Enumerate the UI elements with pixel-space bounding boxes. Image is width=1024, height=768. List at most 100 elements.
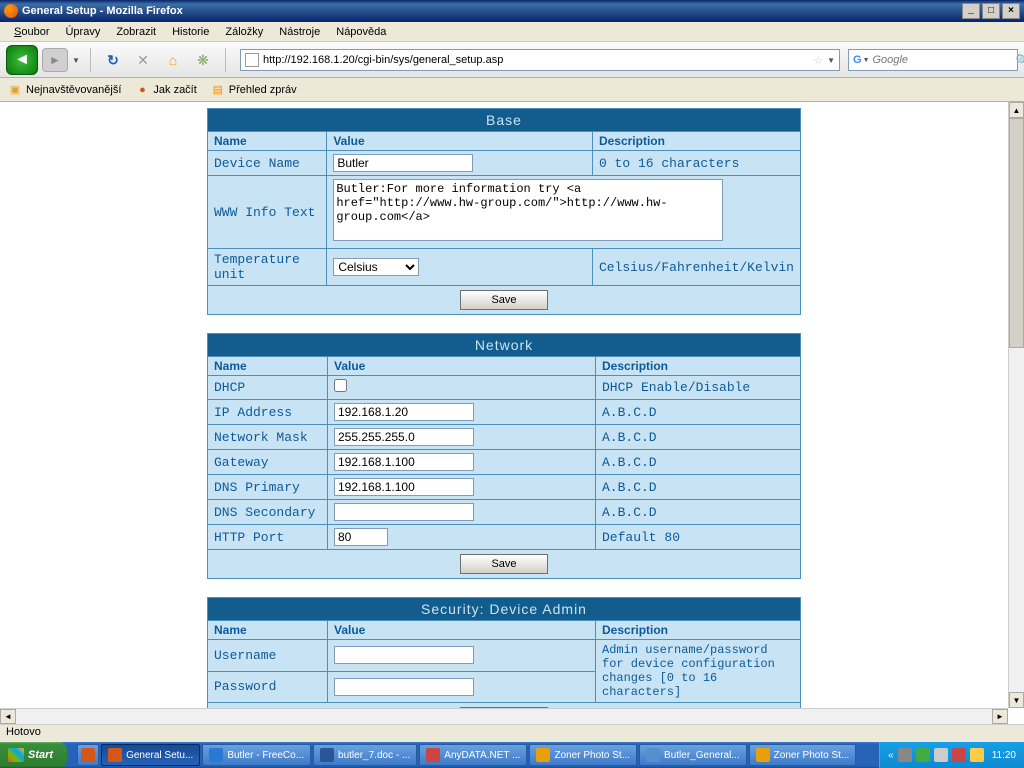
network-section-header: Network — [208, 334, 801, 357]
dhcp-checkbox[interactable] — [334, 379, 347, 392]
network-save-button[interactable]: Save — [460, 554, 548, 574]
menu-file[interactable]: Soubor — [6, 24, 57, 40]
url-dropdown-icon[interactable]: ▼ — [827, 56, 835, 65]
password-input[interactable] — [334, 678, 474, 696]
tray-icon[interactable] — [898, 748, 912, 762]
scroll-left-button[interactable]: ◄ — [0, 709, 16, 724]
mask-label: Network Mask — [208, 425, 328, 450]
tray-icon[interactable] — [952, 748, 966, 762]
security-table: Security: Device Admin Name Value Descri… — [207, 597, 801, 708]
menu-view[interactable]: Zobrazit — [108, 24, 164, 40]
tray-icon[interactable] — [916, 748, 930, 762]
dhcp-desc: DHCP Enable/Disable — [596, 376, 801, 400]
base-col-desc: Description — [592, 132, 800, 151]
scroll-thumb[interactable] — [1009, 118, 1024, 348]
minimize-button[interactable]: _ — [962, 3, 980, 19]
mask-desc: A.B.C.D — [596, 425, 801, 450]
scroll-down-button[interactable]: ▼ — [1009, 692, 1024, 708]
back-button[interactable]: ◄ — [6, 45, 38, 75]
mask-input[interactable] — [334, 428, 474, 446]
navigation-toolbar: ◄ ► ▼ ↻ ✕ ⌂ ❋ ☆ ▼ G ▼ 🔍 — [0, 42, 1024, 78]
scroll-up-button[interactable]: ▲ — [1009, 102, 1024, 118]
menu-bookmarks[interactable]: Záložky — [217, 24, 271, 40]
security-col-desc: Description — [596, 621, 801, 640]
tray-collapse-icon[interactable]: « — [888, 750, 894, 761]
network-col-value: Value — [328, 357, 596, 376]
maximize-button[interactable]: □ — [982, 3, 1000, 19]
tray-icon[interactable] — [970, 748, 984, 762]
horizontal-scrollbar[interactable]: ◄ ► — [0, 708, 1008, 724]
menu-help[interactable]: Nápověda — [328, 24, 394, 40]
vertical-scrollbar[interactable]: ▲ ▼ — [1008, 102, 1024, 708]
search-input[interactable] — [873, 54, 1016, 66]
base-section-header: Base — [208, 109, 801, 132]
bookmark-star-icon[interactable]: ☆ — [813, 54, 823, 67]
network-col-desc: Description — [596, 357, 801, 376]
clock[interactable]: 11:20 — [992, 750, 1016, 761]
device-name-input[interactable] — [333, 154, 473, 172]
taskbar-item-zoner1[interactable]: Zoner Photo St... — [529, 744, 637, 766]
bookmarks-bar: ▣ Nejnavštěvovanější ● Jak začít ▤ Přehl… — [0, 78, 1024, 102]
temp-unit-desc: Celsius/Fahrenheit/Kelvin — [592, 249, 800, 286]
network-col-name: Name — [208, 357, 328, 376]
bookmark-news-overview[interactable]: ▤ Přehled zpráv — [211, 83, 297, 97]
google-icon: G — [853, 53, 862, 67]
www-info-textarea[interactable]: Butler:For more information try <a href=… — [333, 179, 723, 241]
taskbar-item-general-setup[interactable]: General Setu... — [101, 744, 200, 766]
ip-input[interactable] — [334, 403, 474, 421]
dns1-input[interactable] — [334, 478, 474, 496]
menu-bar: Soubor Úpravy Zobrazit Historie Záložky … — [0, 22, 1024, 42]
http-port-label: HTTP Port — [208, 525, 328, 550]
taskbar-item-anydata[interactable]: AnyDATA.NET ... — [419, 744, 527, 766]
tray-icon[interactable] — [934, 748, 948, 762]
taskbar-item-zoner2[interactable]: Zoner Photo St... — [749, 744, 857, 766]
url-input[interactable] — [263, 54, 809, 66]
temp-unit-select[interactable]: Celsius — [333, 258, 419, 276]
base-save-button[interactable]: Save — [460, 290, 548, 310]
taskbar-item-butler-doc[interactable]: butler_7.doc - ... — [313, 744, 417, 766]
system-tray[interactable]: « 11:20 — [879, 742, 1024, 768]
dns1-label: DNS Primary — [208, 475, 328, 500]
status-text: Hotovo — [6, 726, 41, 738]
status-bar: Hotovo — [0, 724, 1024, 742]
url-bar[interactable]: ☆ ▼ — [240, 49, 840, 71]
stop-button[interactable]: ✕ — [133, 50, 153, 70]
start-button[interactable]: Start — [0, 742, 67, 768]
security-desc: Admin username/password for device confi… — [596, 640, 801, 703]
menu-history[interactable]: Historie — [164, 24, 217, 40]
quicklaunch-item[interactable] — [77, 744, 99, 766]
menu-edit[interactable]: Úpravy — [57, 24, 108, 40]
window-title: General Setup - Mozilla Firefox — [22, 5, 962, 17]
zoner-icon — [756, 748, 770, 762]
scroll-right-button[interactable]: ► — [992, 709, 1008, 724]
firefox-icon — [4, 4, 18, 18]
username-input[interactable] — [334, 646, 474, 664]
taskbar-item-butler-general[interactable]: Butler_General... — [639, 744, 747, 766]
toolbar-icon[interactable]: ❋ — [193, 50, 213, 70]
search-icon[interactable]: 🔍 — [1016, 54, 1024, 67]
http-port-input[interactable] — [334, 528, 388, 546]
home-button[interactable]: ⌂ — [163, 50, 183, 70]
close-button[interactable]: × — [1002, 3, 1020, 19]
content-area: Base Name Value Description Device Name … — [0, 102, 1024, 708]
gateway-label: Gateway — [208, 450, 328, 475]
gateway-input[interactable] — [334, 453, 474, 471]
reload-button[interactable]: ↻ — [103, 50, 123, 70]
gateway-desc: A.B.C.D — [596, 450, 801, 475]
ie-icon — [209, 748, 223, 762]
forward-button[interactable]: ► — [42, 48, 68, 72]
nav-history-dropdown[interactable]: ▼ — [70, 48, 82, 72]
dns2-input[interactable] — [334, 503, 474, 521]
search-box[interactable]: G ▼ 🔍 — [848, 49, 1018, 71]
menu-tools[interactable]: Nástroje — [271, 24, 328, 40]
base-table: Base Name Value Description Device Name … — [207, 108, 801, 315]
username-label: Username — [208, 640, 328, 672]
base-col-value: Value — [327, 132, 593, 151]
bookmark-most-visited[interactable]: ▣ Nejnavštěvovanější — [8, 83, 121, 97]
taskbar: Start General Setu... Butler - FreeCo...… — [0, 742, 1024, 768]
app-icon — [426, 748, 440, 762]
taskbar-item-butler[interactable]: Butler - FreeCo... — [202, 744, 311, 766]
bookmark-getting-started[interactable]: ● Jak začít — [135, 83, 196, 97]
dns2-desc: A.B.C.D — [596, 500, 801, 525]
password-label: Password — [208, 671, 328, 703]
